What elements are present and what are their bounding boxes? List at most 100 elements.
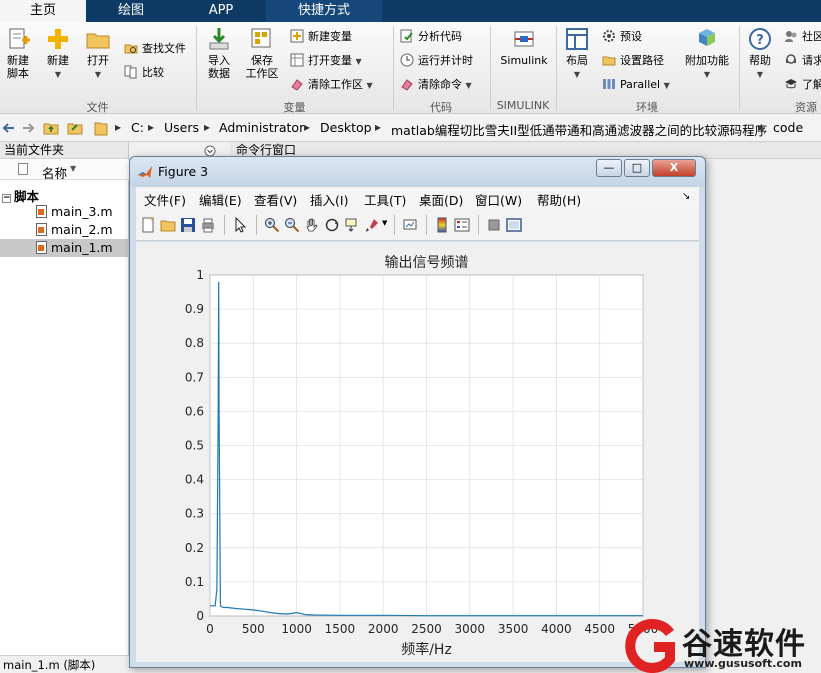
save-workspace-button[interactable]: 保存 工作区 [242, 26, 282, 80]
compare-button[interactable]: 比较 [124, 64, 164, 82]
minimize-button[interactable]: — [596, 159, 622, 177]
figure-title-bar[interactable]: Figure 3 — □ X [130, 157, 705, 187]
close-button[interactable]: X [652, 159, 696, 177]
run-and-time-button[interactable]: 运行并计时 [400, 52, 473, 70]
toolbar-divider [256, 215, 257, 235]
save-workspace-label: 保存 工作区 [245, 54, 279, 80]
brush-icon[interactable] [364, 217, 380, 233]
file-item[interactable]: main_2.m [36, 222, 113, 237]
pan-hand-icon[interactable] [304, 217, 320, 233]
learn-matlab-label: 了解 [802, 78, 821, 91]
hide-plot-tools-icon[interactable] [486, 217, 502, 233]
menu-file[interactable]: 文件(F) [144, 190, 186, 209]
save-icon[interactable] [180, 217, 196, 233]
new-button[interactable]: 新建 ▼ [40, 26, 76, 81]
tab-apps[interactable]: APP [176, 0, 266, 22]
figure-window[interactable]: Figure 3 — □ X 文件(F) 编辑(E) 查看(V) 插入(I) 工… [129, 156, 706, 668]
add-ons-button[interactable]: 附加功能 ▼ [684, 26, 730, 81]
file-type-icon [18, 163, 28, 175]
zoom-in-icon[interactable] [264, 217, 280, 233]
colorbar-icon[interactable] [434, 217, 450, 233]
data-cursor-icon[interactable] [344, 217, 360, 233]
path-segment-drive[interactable]: C: [131, 120, 144, 135]
path-segment-desktop[interactable]: Desktop [320, 120, 372, 135]
parallel-button[interactable]: Parallel ▼ [602, 76, 670, 94]
open-variable-icon [290, 53, 304, 67]
menu-tools[interactable]: 工具(T) [364, 190, 406, 209]
menu-help[interactable]: 帮助(H) [537, 190, 581, 209]
collapse-toggle-icon[interactable]: − [2, 194, 11, 203]
clear-workspace-button[interactable]: 清除工作区 ▼ [290, 76, 373, 94]
menu-desktop[interactable]: 桌面(D) [419, 190, 463, 209]
open-variable-button[interactable]: 打开变量 ▼ [290, 52, 362, 70]
path-segment-users[interactable]: Users [164, 120, 199, 135]
y-tick-label: 0.6 [185, 404, 204, 418]
find-files-button[interactable]: 查找文件 [124, 40, 186, 58]
legend-icon[interactable] [454, 217, 470, 233]
file-item-selected[interactable]: main_1.m [36, 240, 113, 255]
simulink-button[interactable]: Simulink [497, 26, 551, 67]
path-segment-code[interactable]: code [773, 120, 803, 135]
path-segment-project[interactable]: matlab编程切比雪夫II型低通带通和高通滤波器之间的比较源码程序 [391, 120, 767, 139]
menu-insert[interactable]: 插入(I) [310, 190, 348, 209]
gear-icon [603, 30, 615, 42]
compare-icon [124, 65, 137, 79]
dock-arrow-icon[interactable]: ↘ [682, 191, 690, 202]
tab-shortcuts[interactable]: 快捷方式 [266, 0, 382, 22]
new-script-button[interactable]: 新建 脚本 [2, 26, 34, 80]
request-support-label: 请求 [802, 54, 821, 67]
chevron-down-icon[interactable]: ▼ [382, 219, 387, 227]
tab-home[interactable]: 主页 [0, 0, 86, 22]
path-segment-administrator[interactable]: Administrator [219, 120, 304, 135]
tab-plots[interactable]: 绘图 [86, 0, 176, 22]
figure-toolbar: ▼ [136, 209, 699, 241]
menu-window[interactable]: 窗口(W) [475, 190, 522, 209]
file-item[interactable]: main_3.m [36, 204, 113, 219]
import-icon [209, 28, 229, 50]
menu-edit[interactable]: 编辑(E) [199, 190, 242, 209]
file-list-column-header[interactable]: 名称 ▼ [0, 160, 129, 181]
browse-folder-icon[interactable] [67, 120, 83, 136]
pointer-icon[interactable] [232, 217, 248, 233]
m-file-icon [36, 223, 47, 236]
import-data-label: 导入 数据 [208, 54, 230, 80]
folder-node-scripts[interactable]: − 脚本 [2, 186, 39, 205]
plus-icon [48, 29, 68, 49]
zoom-out-icon[interactable] [284, 217, 300, 233]
open-button[interactable]: 打开 ▼ [80, 26, 116, 81]
simulink-icon [514, 31, 534, 47]
open-file-icon[interactable] [160, 217, 176, 233]
y-tick-label: 0.8 [185, 336, 204, 350]
layout-button[interactable]: 布局 ▼ [560, 26, 594, 81]
new-variable-button[interactable]: 新建变量 [290, 28, 352, 46]
folder-icon [94, 122, 108, 136]
rotate-3d-icon[interactable] [324, 217, 340, 233]
community-button[interactable]: 社区 [784, 28, 821, 46]
print-icon[interactable] [200, 217, 216, 233]
clear-commands-button[interactable]: 清除命令 ▼ [400, 76, 472, 94]
import-data-button[interactable]: 导入 数据 [202, 26, 236, 80]
link-plot-icon[interactable] [402, 217, 418, 233]
analyze-code-button[interactable]: 分析代码 [400, 28, 462, 46]
find-files-label: 查找文件 [142, 42, 186, 55]
x-tick-label: 4000 [541, 622, 572, 636]
set-path-button[interactable]: 设置路径 [602, 52, 664, 70]
y-tick-label: 0.1 [185, 575, 204, 589]
new-figure-icon[interactable] [140, 217, 156, 233]
back-arrow-icon[interactable] [2, 121, 16, 135]
show-plot-tools-icon[interactable] [506, 217, 522, 233]
learn-matlab-button[interactable]: 了解 [784, 76, 821, 94]
request-support-button[interactable]: 请求 [784, 52, 821, 70]
menu-view[interactable]: 查看(V) [254, 190, 297, 209]
help-button[interactable]: ? 帮助 ▼ [744, 26, 776, 81]
figure-canvas[interactable]: 0 500 1000 1500 2000 2500 3000 3500 4000 4500 5000… [136, 242, 699, 662]
line-chart[interactable]: 0 500 1000 1500 2000 2500 3000 3500 4000 4500 5000… [136, 242, 699, 662]
preferences-button[interactable]: 预设 [602, 28, 642, 46]
current-folder-title: 当前文件夹 [4, 143, 65, 157]
up-folder-icon[interactable] [43, 120, 59, 136]
maximize-button[interactable]: □ [624, 159, 650, 177]
group-divider [393, 26, 394, 110]
group-divider [490, 26, 491, 110]
forward-arrow-icon[interactable] [21, 121, 35, 135]
add-ons-icon [699, 29, 715, 46]
